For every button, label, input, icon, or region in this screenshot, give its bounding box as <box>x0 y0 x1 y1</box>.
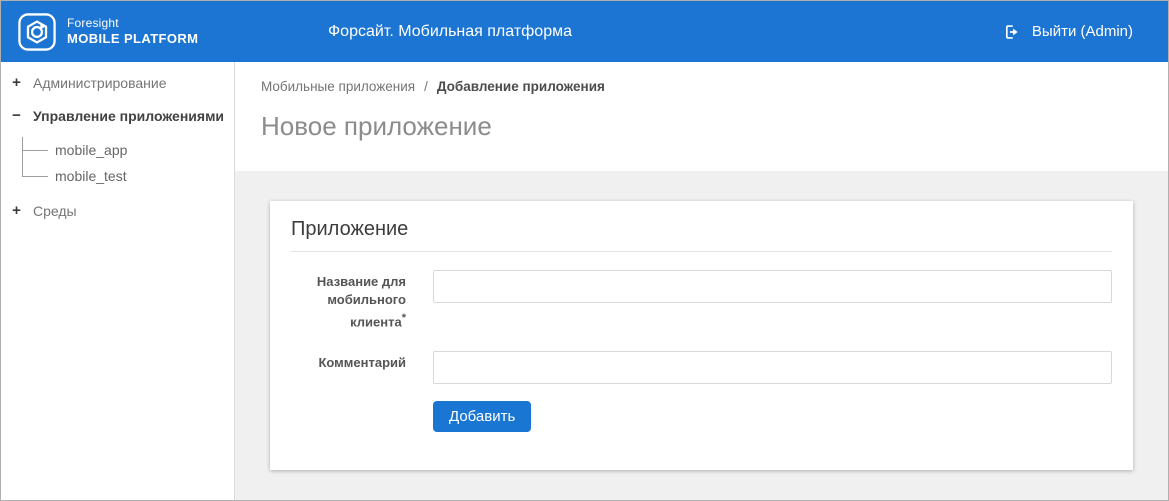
mobile-client-name-label: Название для мобильного клиента* <box>316 274 406 330</box>
comment-label: Комментарий <box>318 355 406 371</box>
sidebar-item-app-management[interactable]: − Управление приложениями <box>9 108 226 125</box>
required-marker: * <box>401 312 406 324</box>
application-form-card: Приложение Название для мобильного клиен… <box>270 201 1133 471</box>
page-header: Мобильные приложения / Добавление прилож… <box>235 62 1168 171</box>
sidebar-nav: + Администрирование − Управление приложе… <box>1 62 235 500</box>
sidebar-item-mobile-app[interactable]: mobile_app <box>22 137 226 163</box>
breadcrumb: Мобильные приложения / Добавление прилож… <box>261 79 1168 94</box>
expand-icon[interactable]: + <box>9 75 24 91</box>
breadcrumb-parent[interactable]: Мобильные приложения <box>261 79 415 94</box>
sidebar-item-label: Среды <box>33 203 77 219</box>
foresight-logo-icon <box>18 12 56 51</box>
main-area: Мобильные приложения / Добавление прилож… <box>235 62 1168 500</box>
page-title: Новое приложение <box>261 111 492 141</box>
logout-label: Выйти (Admin) <box>1031 23 1133 40</box>
application-form: Название для мобильного клиента* Коммент… <box>291 270 1112 433</box>
sidebar-item-mobile-test[interactable]: mobile_test <box>22 163 226 189</box>
card-section-title: Приложение <box>291 217 1112 252</box>
add-button[interactable]: Добавить <box>433 401 532 433</box>
app-title: Форсайт. Мобильная платформа <box>328 22 572 40</box>
brand-logo: Foresight MOBILE PLATFORM <box>18 12 198 51</box>
sidebar-child-label: mobile_app <box>55 142 128 158</box>
form-row-name: Название для мобильного клиента* <box>291 270 1112 331</box>
top-header: Foresight MOBILE PLATFORM Форсайт. Мобил… <box>1 1 1168 62</box>
sidebar-item-administration[interactable]: + Администрирование <box>9 75 226 92</box>
window-body: + Администрирование − Управление приложе… <box>1 62 1168 500</box>
brand-logo-text: Foresight MOBILE PLATFORM <box>67 16 198 47</box>
sidebar-item-environments[interactable]: + Среды <box>9 203 226 220</box>
brand-product: MOBILE PLATFORM <box>67 30 199 46</box>
sidebar-app-children: mobile_app mobile_test <box>22 137 226 189</box>
sidebar-child-label: mobile_test <box>55 168 127 184</box>
breadcrumb-separator: / <box>424 79 428 94</box>
sidebar-item-label: Управление приложениями <box>33 108 225 124</box>
brand-name: Foresight <box>67 15 119 30</box>
form-row-comment: Комментарий <box>291 351 1112 385</box>
mobile-client-name-input[interactable] <box>433 270 1112 303</box>
breadcrumb-current: Добавление приложения <box>436 79 605 94</box>
logout-button[interactable]: Выйти (Admin) <box>1003 23 1151 41</box>
content-area: Приложение Название для мобильного клиен… <box>235 171 1168 500</box>
form-actions: Добавить <box>433 401 1112 433</box>
sidebar-item-label: Администрирование <box>33 75 167 91</box>
app-window: Foresight MOBILE PLATFORM Форсайт. Мобил… <box>0 0 1169 501</box>
expand-icon[interactable]: + <box>9 203 24 219</box>
collapse-icon[interactable]: − <box>9 108 24 124</box>
comment-input[interactable] <box>433 351 1112 385</box>
logout-icon <box>1005 24 1018 39</box>
